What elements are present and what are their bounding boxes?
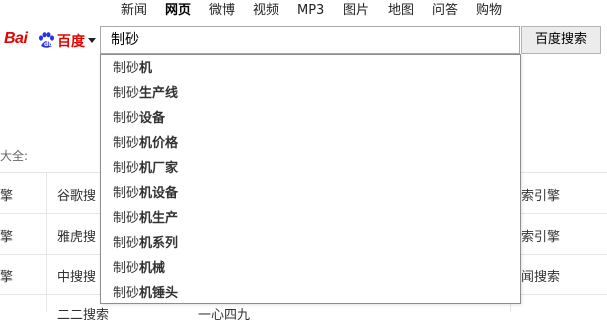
paw-icon: du [39,32,54,48]
suggestion-item[interactable]: 制砂机设备 [113,185,178,203]
suggestion-item[interactable]: 制砂机系列 [113,235,178,253]
nav-news[interactable]: 新闻 [121,2,147,20]
table-cell-link[interactable]: 雅虎搜 [57,226,96,245]
nav-video[interactable]: 视频 [253,2,279,20]
suggestion-item[interactable]: 制砂机械 [113,260,165,278]
search-input[interactable]: 制砂 [100,26,520,54]
nav-web[interactable]: 网页 [165,2,191,20]
svg-text:du: du [44,41,53,48]
suggestion-item[interactable]: 制砂机价格 [113,135,178,153]
nav-images[interactable]: 图片 [343,2,369,20]
search-button[interactable]: 百度搜索 [521,26,601,54]
nav-shopping[interactable]: 购物 [476,2,502,20]
suggestion-item[interactable]: 制砂机锤头 [113,285,178,303]
table-cell-link[interactable]: 闻搜索 [521,266,560,285]
suggestion-item[interactable]: 制砂机 [113,60,152,78]
suggestion-dropdown: 制砂机 制砂生产线 制砂设备 制砂机价格 制砂机厂家 制砂机设备 制砂机生产 制… [100,54,521,304]
table-cell-link[interactable]: 中搜搜 [57,266,96,285]
table-cell: 擎 [0,189,14,204]
table-cell-link[interactable]: 谷歌搜 [57,185,96,204]
table-cell-link[interactable]: 索引擎 [521,226,560,245]
suggestion-item[interactable]: 制砂机厂家 [113,160,178,178]
suggestion-item[interactable]: 制砂生产线 [113,85,178,103]
baidu-logo[interactable]: Bai du 百度 [4,30,96,52]
table-cell-link[interactable]: 一心四九 [198,304,250,323]
suggestion-item[interactable]: 制砂机生产 [113,210,178,228]
top-nav: 新闻 网页 微博 视频 MP3 图片 地图 问答 购物 [0,0,607,22]
table-cell-link[interactable]: 索引擎 [521,185,560,204]
table-cell: 擎 [0,270,14,285]
table-cell: 擎 [0,230,14,245]
section-label: 大全: [0,149,29,163]
nav-mp3[interactable]: MP3 [297,2,324,20]
logo-text-cn: 百度 [57,34,85,50]
suggestion-item[interactable]: 制砂设备 [113,110,165,128]
chevron-down-icon[interactable] [88,38,96,43]
nav-qa[interactable]: 问答 [432,2,458,20]
nav-weibo[interactable]: 微博 [209,2,235,20]
table-cell-link[interactable]: 二二搜索 [57,304,109,323]
logo-text-latin: Bai [4,30,28,47]
nav-map[interactable]: 地图 [388,2,414,20]
